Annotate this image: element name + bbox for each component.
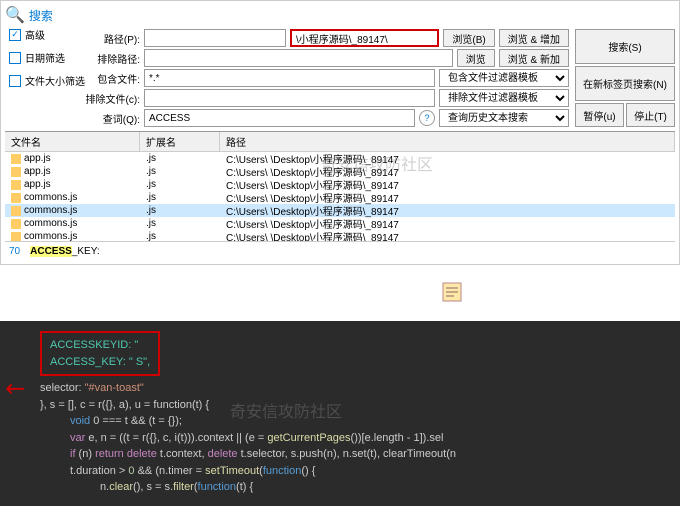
path-label: 路径(P):	[85, 31, 140, 46]
search-icon: 🔍	[5, 5, 25, 25]
col-path[interactable]: 路径	[220, 132, 675, 151]
check-size-filter[interactable]: 文件大小筛选	[9, 73, 85, 88]
code-highlight-box: ACCESSKEYID: " ACCESS_KEY: " S",	[40, 331, 160, 376]
exclude-file-input[interactable]	[144, 89, 435, 107]
check-date-filter[interactable]: 日期筛选	[9, 50, 85, 65]
path-input-1[interactable]	[144, 29, 286, 47]
browse-button-2[interactable]: 浏览	[457, 49, 495, 67]
browse-add-button[interactable]: 浏览 & 增加	[499, 29, 569, 47]
check-advanced[interactable]: ✓高级	[9, 27, 85, 42]
help-icon[interactable]: ?	[419, 110, 435, 126]
file-icon	[11, 206, 21, 216]
script-file-icon	[440, 280, 464, 304]
new-tab-search-button[interactable]: 在新标签页搜索(N)	[575, 66, 675, 101]
exclude-path-label: 排除路径:	[85, 51, 140, 66]
col-filename[interactable]: 文件名	[5, 132, 140, 151]
browse-add-button-2[interactable]: 浏览 & 新加	[499, 49, 569, 67]
exclude-path-input[interactable]	[144, 49, 453, 67]
preview-pane: 70 ACCESS_KEY:	[5, 241, 675, 261]
stop-button[interactable]: 停止(T)	[626, 103, 675, 127]
table-body[interactable]: app.js.jsC:\Users\ \Desktop\小程序源码\_89147…	[5, 152, 675, 241]
search-button[interactable]: 搜索(S)	[575, 29, 675, 64]
pause-button[interactable]: 暂停(u)	[575, 103, 624, 127]
file-icon	[11, 180, 21, 190]
file-icon	[11, 154, 21, 164]
results-table: 文件名 扩展名 路径 app.js.jsC:\Users\ \Desktop\小…	[5, 131, 675, 241]
browse-button[interactable]: 浏览(B)	[443, 29, 494, 47]
exclude-file-label: 排除文件(c):	[85, 91, 140, 106]
history-dropdown[interactable]: 查询历史文本搜索	[439, 109, 569, 127]
arrow-annotation: ↙	[0, 369, 35, 409]
search-title: 搜索	[29, 7, 53, 24]
include-file-input[interactable]	[144, 69, 435, 87]
col-ext[interactable]: 扩展名	[140, 132, 220, 151]
file-icon	[11, 232, 21, 242]
file-icon	[11, 193, 21, 203]
file-icon	[11, 219, 21, 229]
table-row[interactable]: commons.js.jsC:\Users\ \Desktop\小程序源码\_8…	[5, 230, 675, 241]
filter-checkboxes: ✓高级 日期筛选 文件大小筛选	[9, 27, 85, 88]
include-file-label: 包含文件:	[85, 71, 140, 86]
query-input[interactable]	[144, 109, 415, 127]
path-input-highlighted[interactable]	[290, 29, 439, 47]
exclude-template-dropdown[interactable]: 排除文件过滤器模板	[439, 89, 569, 107]
preview-match: ACCESS	[30, 246, 72, 257]
query-label: 查词(Q):	[85, 111, 140, 126]
search-panel: 🔍 搜索 ✓高级 日期筛选 文件大小筛选 路径(P): 浏览(B) 浏览 & 增…	[0, 0, 680, 265]
include-template-dropdown[interactable]: 包含文件过滤器模板	[439, 69, 569, 87]
file-icon	[11, 167, 21, 177]
preview-line-number: 70	[9, 246, 20, 257]
code-editor: ↙ ACCESSKEYID: " ACCESS_KEY: " S", selec…	[0, 321, 680, 506]
